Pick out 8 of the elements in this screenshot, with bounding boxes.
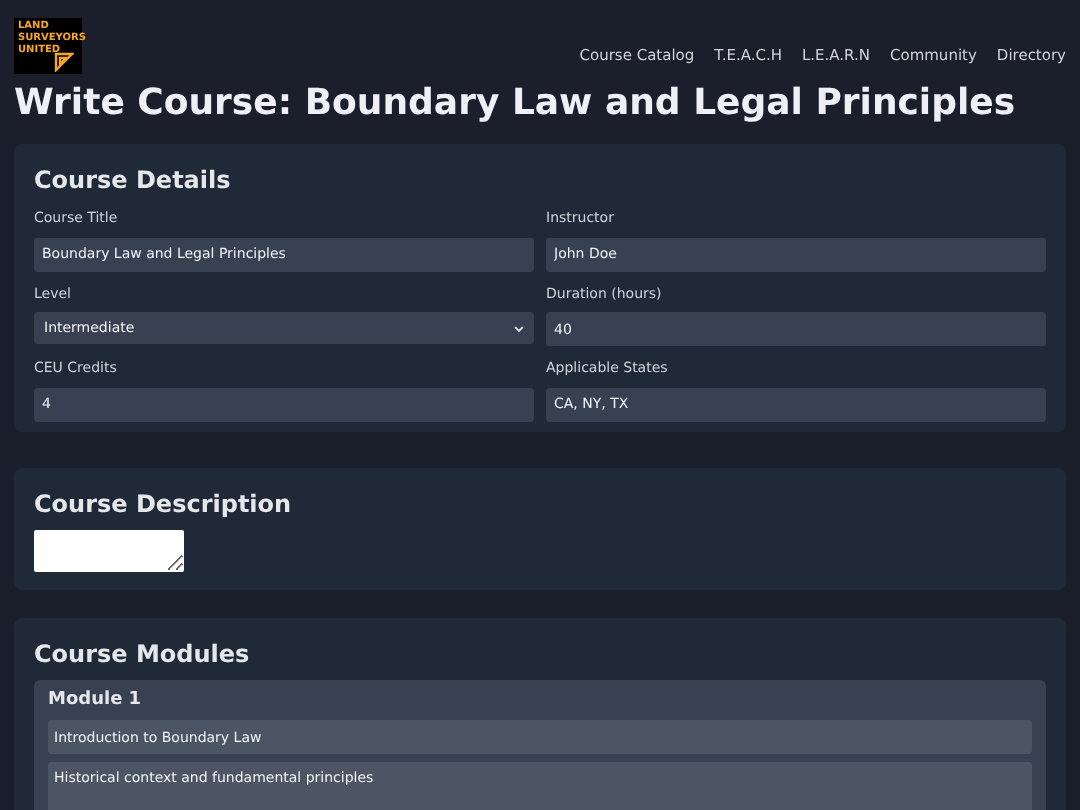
module-title: Module 1 (48, 687, 144, 713)
triangle-icon (54, 52, 74, 72)
section-title: Course Modules (34, 637, 252, 671)
description-textarea[interactable] (34, 529, 184, 571)
section-title: Course Description (34, 487, 294, 521)
section-title: Course Details (34, 164, 233, 198)
page-title: Write Course: Boundary Law and Legal Principles (14, 80, 1018, 128)
chevron-down-icon (514, 323, 524, 333)
